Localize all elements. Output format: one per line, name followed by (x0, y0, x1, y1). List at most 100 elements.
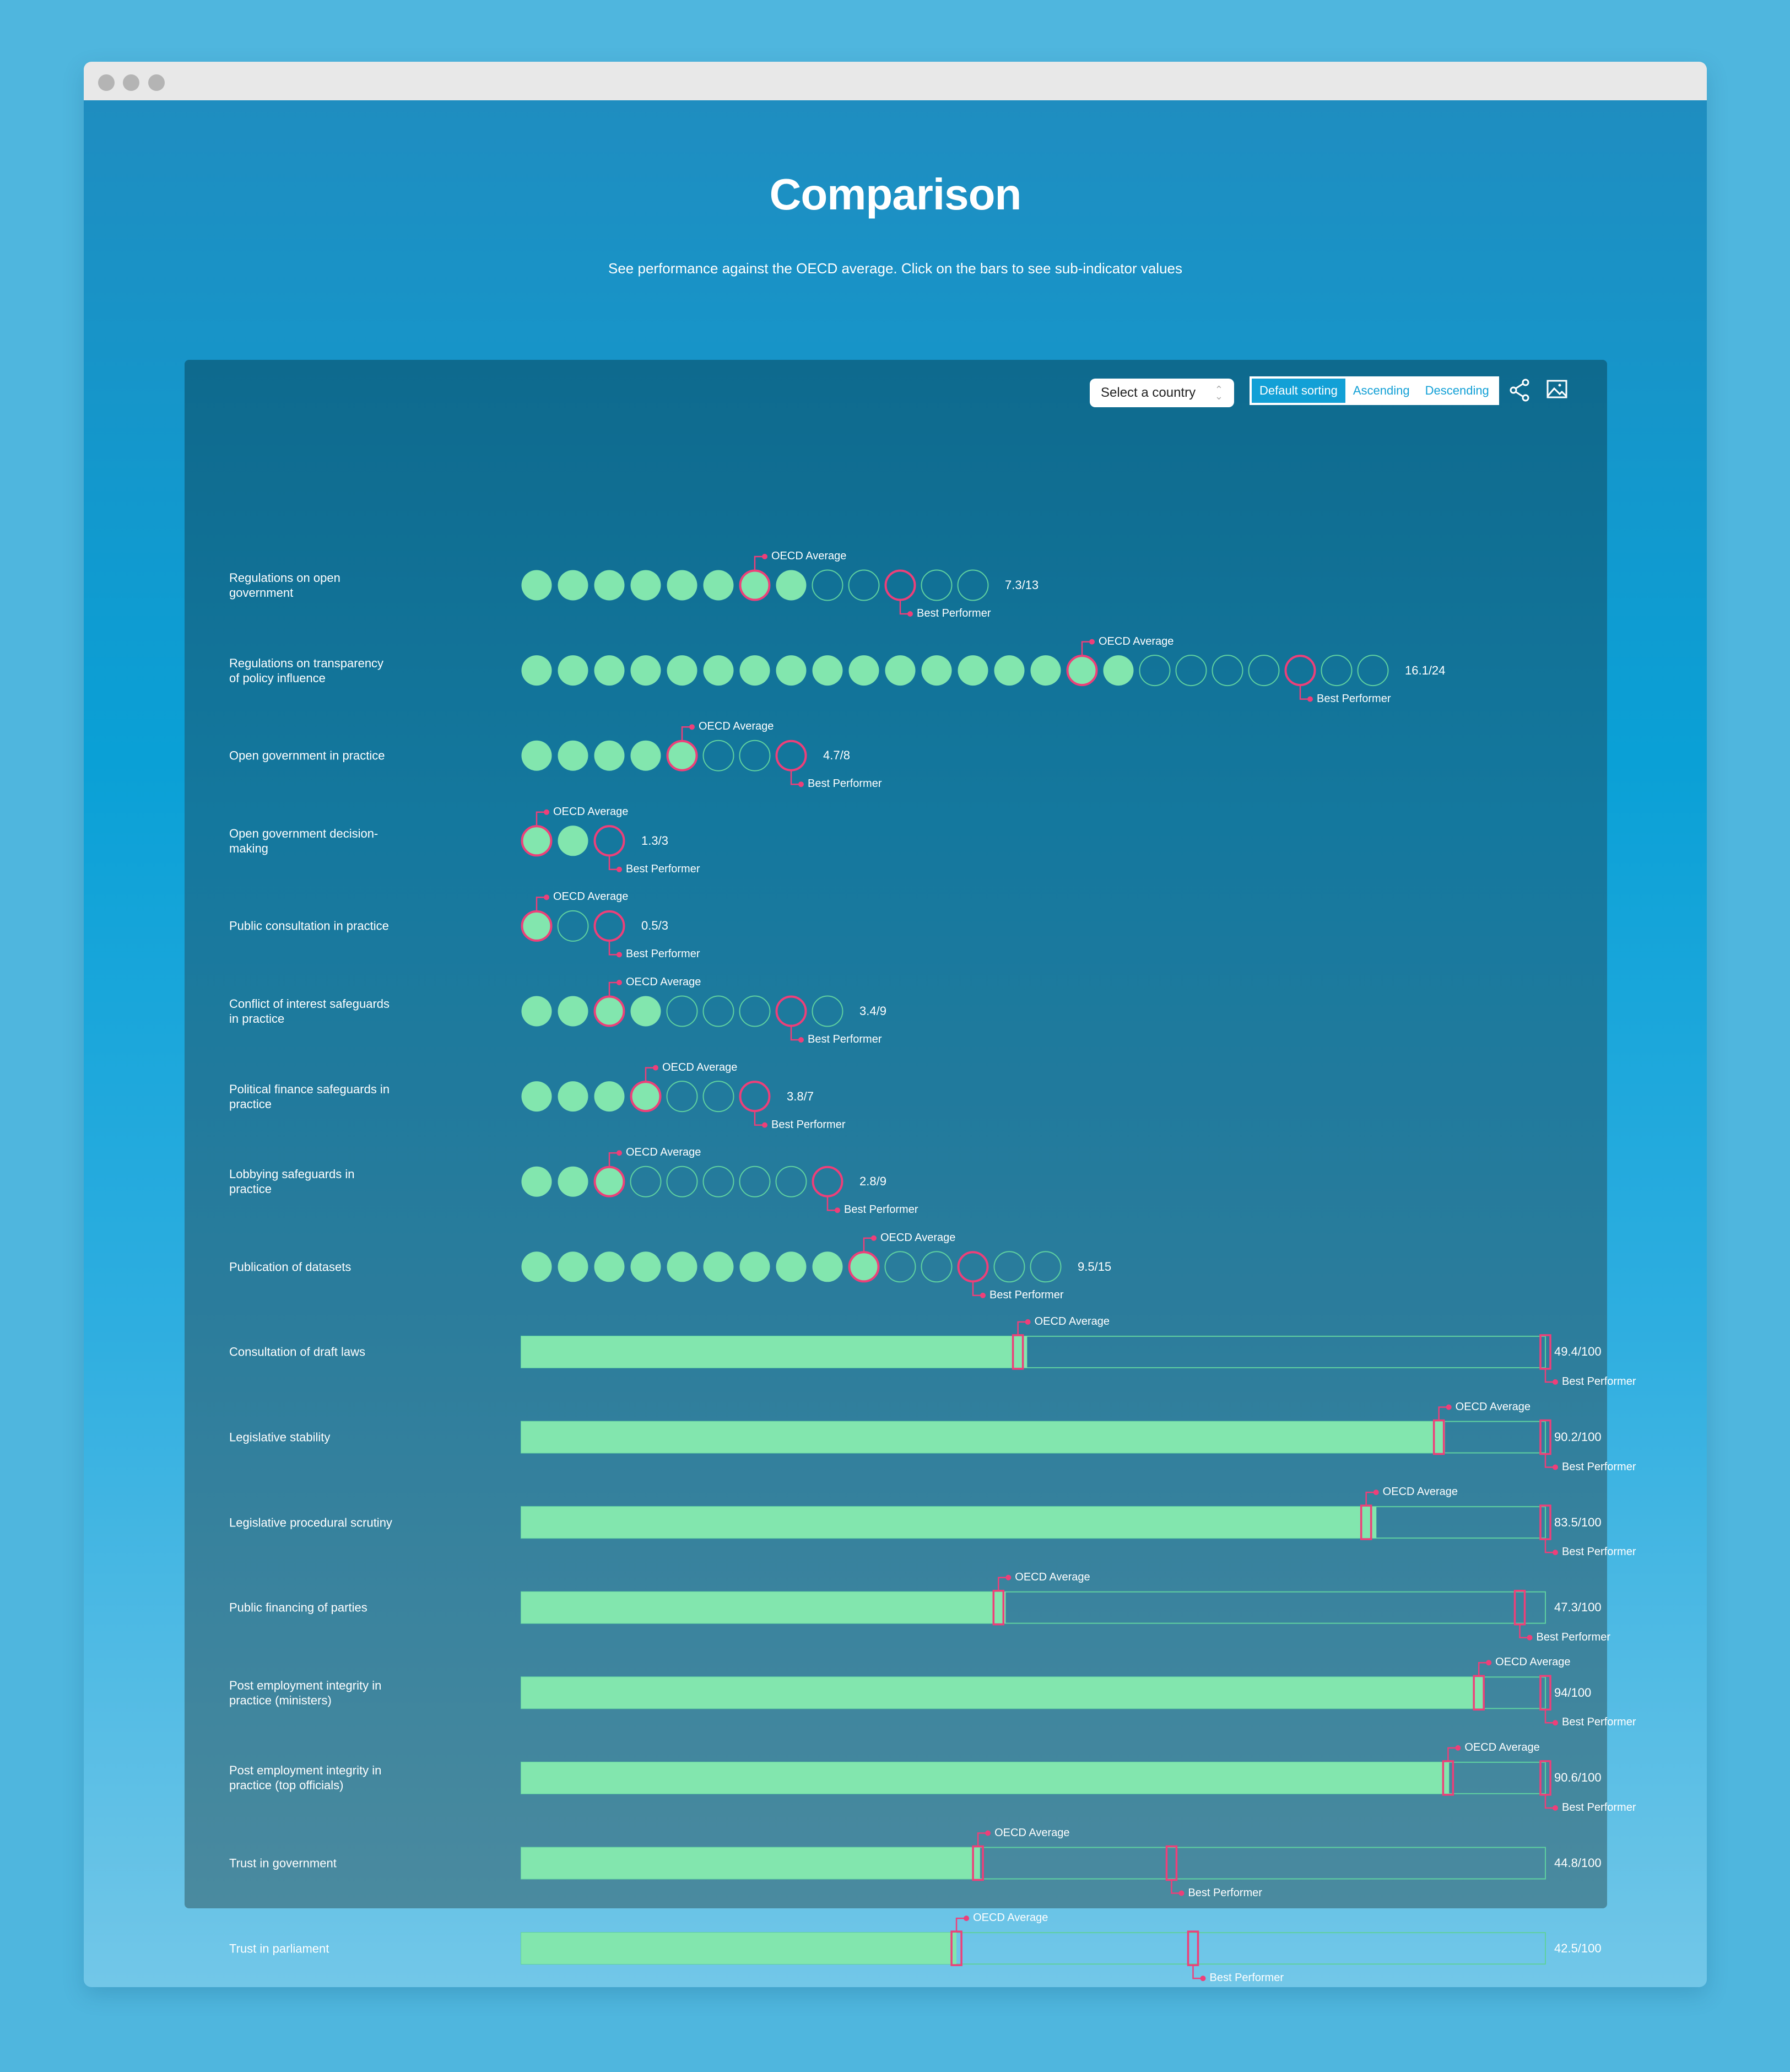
window-maximize-button[interactable] (148, 74, 165, 91)
oecd-average-dot[interactable] (630, 1081, 662, 1113)
score-dot-empty[interactable] (666, 1081, 698, 1113)
score-dot-filled[interactable] (594, 655, 625, 686)
score-dot-filled[interactable] (558, 996, 588, 1027)
score-dot-filled[interactable] (521, 570, 552, 601)
bar-fill[interactable] (521, 1677, 1484, 1709)
score-dot-filled[interactable] (521, 740, 552, 771)
window-close-button[interactable] (98, 74, 115, 91)
score-dot-filled[interactable] (921, 655, 952, 686)
oecd-average-dot[interactable] (593, 995, 625, 1027)
score-dot-filled[interactable] (739, 655, 770, 686)
score-dot-empty[interactable] (739, 995, 771, 1027)
score-dot-filled[interactable] (558, 1081, 588, 1112)
score-dot-filled[interactable] (1103, 655, 1134, 686)
score-dot-filled[interactable] (812, 655, 843, 686)
score-dot-empty[interactable] (1248, 655, 1280, 687)
score-dot-filled[interactable] (558, 740, 588, 771)
score-dot-filled[interactable] (776, 655, 807, 686)
score-dot-empty[interactable] (884, 1251, 916, 1283)
bar-fill[interactable] (521, 1762, 1450, 1794)
score-dot-filled[interactable] (739, 1251, 770, 1282)
oecd-average-dot[interactable] (521, 910, 553, 942)
score-dot-empty[interactable] (1139, 655, 1171, 687)
score-dot-filled[interactable] (776, 1251, 807, 1282)
score-dot-empty[interactable] (702, 1166, 734, 1197)
score-dot-filled[interactable] (885, 655, 916, 686)
score-dot-empty[interactable] (1175, 655, 1207, 687)
bar-fill[interactable] (521, 1421, 1445, 1453)
score-dot-empty[interactable] (957, 569, 989, 601)
score-dot-filled[interactable] (958, 655, 988, 686)
oecd-average-dot[interactable] (593, 1166, 625, 1197)
score-dot-empty[interactable] (1321, 655, 1353, 687)
score-dot-filled[interactable] (848, 655, 879, 686)
best-performer-dot[interactable] (812, 1166, 843, 1197)
score-dot-empty[interactable] (1212, 655, 1243, 687)
score-dot-filled[interactable] (558, 825, 588, 856)
score-dot-filled[interactable] (594, 740, 625, 771)
score-dot-filled[interactable] (630, 996, 661, 1027)
score-dot-filled[interactable] (630, 655, 661, 686)
score-dot-filled[interactable] (558, 655, 588, 686)
bar-fill[interactable] (521, 1847, 980, 1879)
best-performer-dot[interactable] (775, 995, 807, 1027)
best-performer-dot[interactable] (884, 569, 916, 601)
bar-fill[interactable] (521, 1591, 1006, 1623)
score-dot-filled[interactable] (594, 1251, 625, 1282)
score-dot-empty[interactable] (1030, 1251, 1062, 1283)
best-performer-dot[interactable] (739, 1081, 771, 1113)
score-dot-empty[interactable] (812, 995, 843, 1027)
oecd-average-dot[interactable] (739, 569, 771, 601)
score-dot-empty[interactable] (666, 1166, 698, 1197)
score-dot-filled[interactable] (667, 1251, 697, 1282)
oecd-average-dot[interactable] (1066, 655, 1098, 687)
score-dot-filled[interactable] (667, 655, 697, 686)
score-dot-empty[interactable] (739, 1166, 771, 1197)
score-dot-empty[interactable] (921, 569, 953, 601)
score-dot-filled[interactable] (558, 570, 588, 601)
score-dot-filled[interactable] (703, 1251, 734, 1282)
best-performer-dot[interactable] (775, 740, 807, 771)
score-dot-filled[interactable] (558, 1251, 588, 1282)
score-dot-filled[interactable] (630, 740, 661, 771)
best-performer-dot[interactable] (957, 1251, 989, 1283)
score-dot-empty[interactable] (666, 995, 698, 1027)
score-dot-filled[interactable] (521, 996, 552, 1027)
bar-fill[interactable] (521, 1933, 957, 1965)
score-dot-filled[interactable] (703, 655, 734, 686)
score-dot-filled[interactable] (594, 1081, 625, 1112)
oecd-average-dot[interactable] (666, 740, 698, 771)
oecd-average-dot[interactable] (521, 825, 553, 857)
score-dot-filled[interactable] (812, 1251, 843, 1282)
score-dot-empty[interactable] (993, 1251, 1025, 1283)
score-dot-empty[interactable] (702, 995, 734, 1027)
score-dot-empty[interactable] (775, 1166, 807, 1197)
score-dot-filled[interactable] (521, 1166, 552, 1197)
score-dot-filled[interactable] (630, 1251, 661, 1282)
score-dot-filled[interactable] (594, 570, 625, 601)
score-dot-filled[interactable] (703, 570, 734, 601)
best-performer-dot[interactable] (593, 825, 625, 857)
bar-fill[interactable] (521, 1507, 1377, 1539)
score-dot-filled[interactable] (521, 1081, 552, 1112)
score-dot-filled[interactable] (994, 655, 1025, 686)
window-minimize-button[interactable] (123, 74, 139, 91)
best-performer-dot[interactable] (593, 910, 625, 942)
score-dot-filled[interactable] (521, 655, 552, 686)
score-dot-empty[interactable] (702, 1081, 734, 1113)
score-dot-filled[interactable] (776, 570, 807, 601)
score-dot-empty[interactable] (702, 740, 734, 771)
score-dot-empty[interactable] (812, 569, 843, 601)
score-dot-empty[interactable] (848, 569, 880, 601)
oecd-average-dot[interactable] (848, 1251, 880, 1283)
score-dot-filled[interactable] (630, 570, 661, 601)
score-dot-empty[interactable] (630, 1166, 662, 1197)
score-dot-filled[interactable] (667, 570, 697, 601)
score-dot-empty[interactable] (557, 910, 589, 942)
bar-fill[interactable] (521, 1336, 1028, 1368)
score-dot-filled[interactable] (1030, 655, 1061, 686)
score-dot-filled[interactable] (521, 1251, 552, 1282)
score-dot-empty[interactable] (739, 740, 771, 771)
score-dot-empty[interactable] (1357, 655, 1389, 687)
best-performer-dot[interactable] (1284, 655, 1316, 687)
